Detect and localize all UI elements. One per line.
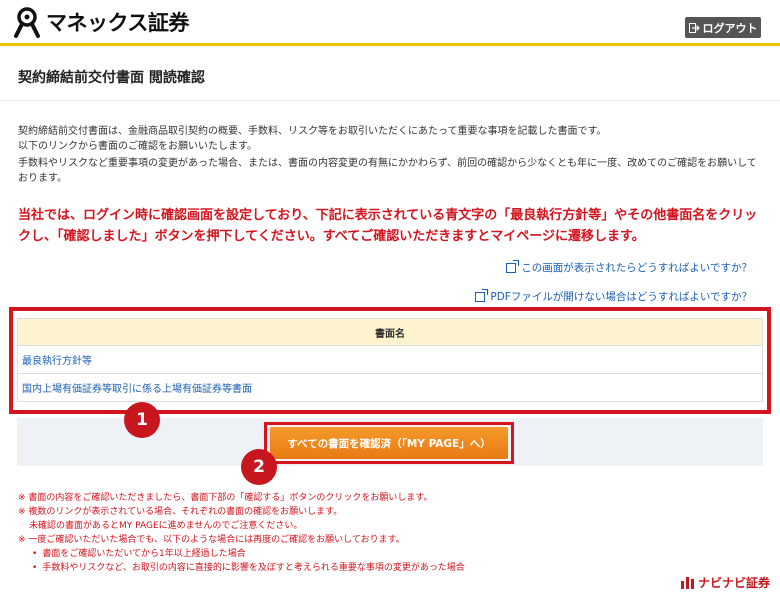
notes: ※ 書面の内容をご確認いただきましたら、書面下部の「確認する」ボタンのクリックを… — [18, 491, 558, 575]
logout-button[interactable]: ログアウト — [685, 17, 761, 38]
confirm-all-button[interactable]: すべての書面を確認済（「MY PAGE」へ） — [270, 427, 508, 459]
list-item: 手数料やリスクなど、お取引の内容に直接的に影響を及ぼすと考えられる重要な事項の変… — [32, 561, 558, 575]
brand-name: マネックス証券 — [46, 11, 189, 35]
table-row: 最良執行方針等 — [17, 345, 763, 374]
monex-logo-icon — [14, 7, 40, 38]
logout-icon — [688, 22, 700, 33]
note-1: ※ 書面の内容をご確認いただきましたら、書面下部の「確認する」ボタンのクリックを… — [18, 493, 433, 503]
bar-logo-icon — [680, 576, 694, 589]
title-divider — [0, 100, 780, 101]
help-link-label: この画面が表示されたらどうすればよいですか？ — [521, 262, 752, 274]
brand-logo[interactable]: マネックス証券 — [14, 6, 189, 38]
page-title: 契約締結前交付書面 閲読確認 — [18, 70, 205, 86]
step-badge-1: 1 — [124, 402, 160, 438]
footer-brand-name: ナビナビ証券 — [697, 576, 770, 590]
important-notice: 当社では、ログイン時に確認画面を設定しており、下記に表示されている青文字の「最良… — [18, 208, 758, 244]
list-item: 書面をご確認いただいてから1年以上経過した場合 — [32, 547, 558, 561]
help-link-screen[interactable]: この画面が表示されたらどうすればよいですか？ — [506, 259, 752, 275]
logout-label: ログアウト — [702, 21, 758, 35]
document-link-listed-securities[interactable]: 国内上場有価証券等取引に係る上場有価証券等書面 — [17, 373, 763, 402]
header: マネックス証券 ログアウト — [0, 0, 780, 46]
intro-paragraph: 契約締結前交付書面は、金融商品取引契約の概要、手数料、リスク等をお取引いただくに… — [18, 124, 758, 154]
intro-line-2: 以下のリンクから書面のご確認をお願いいたします。 — [18, 141, 257, 152]
help-link-label: PDFファイルが開けない場合はどうすればよいですか？ — [490, 291, 752, 303]
help-link-pdf[interactable]: PDFファイルが開けない場合はどうすればよいですか？ — [475, 288, 752, 304]
intro-line-1: 契約締結前交付書面は、金融商品取引契約の概要、手数料、リスク等をお取引いただくに… — [18, 126, 607, 137]
documents-table-header: 書面名 — [17, 318, 763, 346]
note-3: ※ 一度ご確認いただいた場合でも、以下のような場合には再度のご確認をお願いしてお… — [18, 535, 405, 545]
external-window-icon — [475, 288, 489, 302]
table-row: 国内上場有価証券等取引に係る上場有価証券等書面 — [17, 373, 763, 402]
note-2b: 未確認の書面があるとMY PAGEに進めませんのでご注意ください。 — [29, 521, 303, 531]
review-paragraph: 手数料やリスクなど重要事項の変更があった場合、または、書面の内容変更の有無にかか… — [18, 158, 757, 184]
note-bullets: 書面をご確認いただいてから1年以上経過した場合 手数料やリスクなど、お取引の内容… — [18, 547, 558, 575]
external-window-icon — [506, 259, 520, 273]
step-badge-2: 2 — [241, 449, 277, 485]
document-link-best-execution[interactable]: 最良執行方針等 — [17, 345, 763, 374]
footer-brand: ナビナビ証券 — [680, 574, 770, 591]
documents-table: 書面名 最良執行方針等 国内上場有価証券等取引に係る上場有価証券等書面 — [17, 318, 763, 402]
note-2: ※ 複数のリンクが表示されている場合、それぞれの書面の確認をお願いします。 — [18, 507, 343, 517]
